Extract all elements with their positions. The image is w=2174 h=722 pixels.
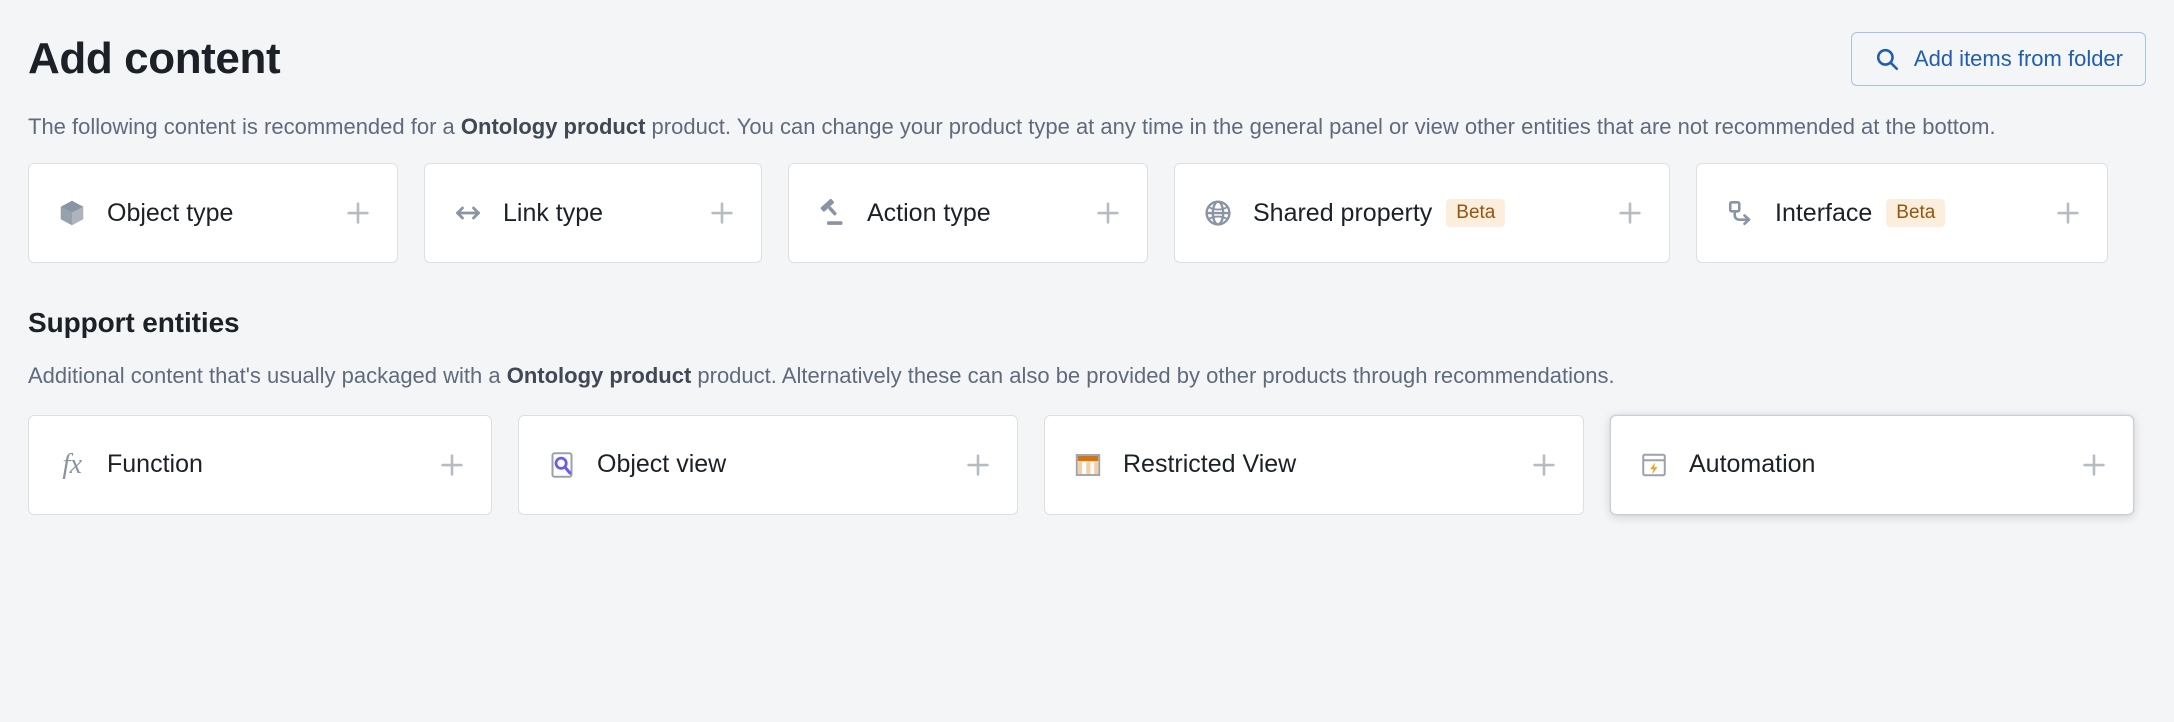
card-label: Shared property — [1253, 198, 1433, 227]
recommended-entities-row: Object type Link type Action type Shared… — [28, 163, 2146, 264]
restricted-view-icon — [1071, 448, 1105, 482]
card-interface[interactable]: Interface Beta — [1696, 163, 2108, 264]
card-shared-property[interactable]: Shared property Beta — [1174, 163, 1670, 264]
card-object-view[interactable]: Object view — [518, 414, 1018, 515]
arrows-horizontal-icon — [451, 196, 485, 230]
card-object-type[interactable]: Object type — [28, 163, 398, 264]
object-view-icon — [545, 448, 579, 482]
card-automation[interactable]: Automation — [1610, 414, 2134, 515]
card-label: Link type — [503, 198, 604, 227]
card-label: Function — [107, 450, 203, 479]
add-icon[interactable] — [2079, 450, 2109, 480]
beta-badge: Beta — [1446, 199, 1506, 228]
card-label: Action type — [867, 198, 991, 227]
add-icon[interactable] — [963, 450, 993, 480]
add-icon[interactable] — [1093, 198, 1123, 228]
add-content-page: Add content Add items from folder The fo… — [0, 0, 2174, 722]
beta-badge: Beta — [1886, 199, 1946, 228]
support-product-name: Ontology product — [506, 363, 692, 389]
add-items-from-folder-button[interactable]: Add items from folder — [1850, 32, 2146, 86]
page-title: Add content — [28, 33, 281, 83]
add-icon[interactable] — [437, 450, 467, 480]
gavel-icon — [815, 196, 849, 230]
support-entities-title: Support entities — [28, 307, 240, 339]
card-label: Restricted View — [1123, 450, 1297, 479]
card-function[interactable]: fx Function — [28, 414, 492, 515]
card-restricted-view[interactable]: Restricted View — [1044, 414, 1584, 515]
card-action-type[interactable]: Action type — [788, 163, 1148, 264]
search-icon — [1874, 46, 1900, 72]
intro-prefix: The following content is recommended for… — [28, 114, 461, 139]
fx-icon: fx — [62, 448, 82, 480]
add-items-from-folder-label: Add items from folder — [1913, 46, 2123, 71]
support-description-suffix: product. Alternatively these can also be… — [691, 363, 1615, 389]
add-icon[interactable] — [343, 198, 373, 228]
page-header: Add content Add items from folder — [28, 0, 2146, 86]
intro-description: The following content is recommended for… — [28, 112, 2058, 141]
add-icon[interactable] — [2053, 198, 2083, 228]
card-label: Automation — [1689, 450, 1816, 479]
support-description-prefix: Additional content that's usually packag… — [28, 363, 507, 389]
card-label: Object type — [107, 198, 234, 227]
add-icon[interactable] — [707, 198, 737, 228]
automation-icon — [1637, 448, 1671, 482]
card-label: Object view — [597, 450, 727, 479]
add-icon[interactable] — [1615, 198, 1645, 228]
add-icon[interactable] — [1529, 450, 1559, 480]
interface-node-icon — [1723, 196, 1757, 230]
intro-suffix: product. You can change your product typ… — [645, 114, 1996, 139]
intro-product-name: Ontology product — [460, 114, 646, 139]
support-entities-row: fx Function Object view Restricted View … — [28, 414, 2146, 515]
card-label: Interface — [1775, 198, 1873, 227]
support-entities-description: Additional content that's usually packag… — [28, 361, 2058, 390]
card-link-type[interactable]: Link type — [424, 163, 762, 264]
cube-icon — [55, 196, 89, 230]
globe-icon — [1201, 196, 1235, 230]
